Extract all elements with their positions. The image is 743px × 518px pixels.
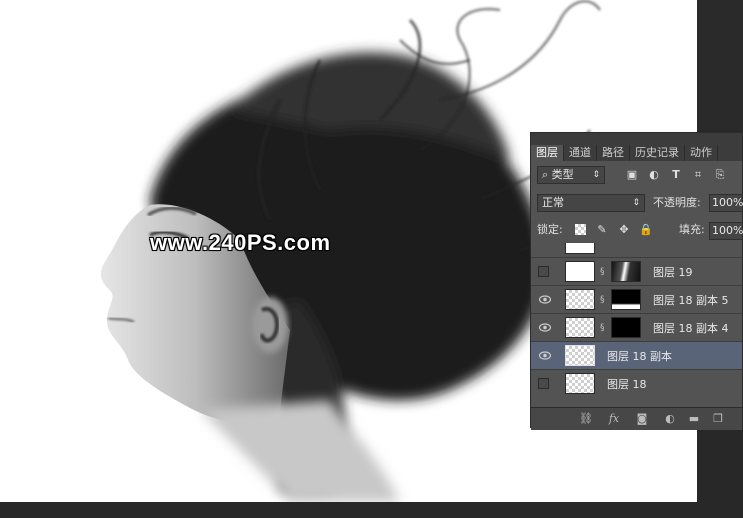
opacity-input[interactable]: 100%	[709, 194, 743, 212]
layer-mask-thumbnail[interactable]	[611, 261, 641, 282]
layers-panel[interactable]: 图层 通道 路径 历史记录 动作 ⌕ 类型 ⇕ ▣ ◐ T ⌗ ⎘ 正常 ⇕ 不透明…	[530, 132, 743, 430]
type-filter-icon[interactable]: T	[669, 168, 683, 182]
layer-thumbnail	[565, 261, 595, 282]
tab-history[interactable]: 历史记录	[630, 145, 685, 161]
link-icon: §	[600, 323, 605, 333]
layer-row-partial	[531, 243, 742, 257]
tab-channels[interactable]: 通道	[564, 145, 597, 161]
chevron-updown-icon: ⇕	[592, 170, 600, 180]
layer-row-selected[interactable]: 图层 18 副本	[531, 341, 742, 369]
visibility-toggle-off[interactable]	[538, 266, 549, 277]
smart-object-filter-icon[interactable]: ⎘	[713, 168, 727, 182]
layer-thumbnail	[565, 317, 595, 338]
link-icon: §	[600, 267, 605, 277]
layer-name[interactable]: 图层 18 副本 5	[653, 292, 729, 308]
lock-label: 锁定:	[537, 223, 563, 236]
lock-paint-icon[interactable]: ✎	[595, 223, 609, 237]
image-filter-icon[interactable]: ▣	[625, 168, 639, 182]
layer-thumbnail	[565, 345, 595, 366]
eye-icon[interactable]	[539, 322, 551, 333]
opacity-label: 不透明度:	[653, 196, 701, 209]
tab-actions[interactable]: 动作	[685, 145, 718, 161]
fill-label: 填充:	[679, 223, 705, 236]
filter-kind-select[interactable]: ⌕ 类型 ⇕	[537, 166, 605, 184]
link-icon: §	[600, 295, 605, 305]
blend-mode-select[interactable]: 正常 ⇕	[537, 194, 645, 212]
lock-row: 锁定: ✎ ✥ 🔒 填充: 100%	[531, 219, 743, 243]
adjustment-layer-icon[interactable]: ◐	[663, 412, 677, 426]
new-layer-icon[interactable]: ❐	[711, 412, 725, 426]
lock-transparent-icon[interactable]	[575, 224, 586, 235]
filter-kind-label: 类型	[551, 168, 574, 181]
layer-row[interactable]: 图层 18	[531, 369, 742, 397]
panel-tabs: 图层 通道 路径 历史记录 动作	[531, 133, 742, 161]
tab-layers[interactable]: 图层	[531, 145, 564, 161]
layer-name[interactable]: 图层 18 副本 4	[653, 320, 729, 336]
tab-paths[interactable]: 路径	[597, 145, 630, 161]
visibility-toggle-off[interactable]	[538, 378, 549, 389]
blend-mode-label: 正常	[542, 196, 564, 209]
layer-name[interactable]: 图层 18	[607, 376, 647, 392]
adjustment-filter-icon[interactable]: ◐	[647, 168, 661, 182]
eye-icon[interactable]	[539, 294, 551, 305]
workspace-background	[697, 0, 743, 130]
search-icon: ⌕	[542, 168, 552, 181]
watermark-text: www.240PS.com	[150, 230, 331, 255]
eye-icon[interactable]	[539, 350, 551, 361]
link-layers-icon[interactable]: ⛓	[579, 412, 593, 426]
layer-thumbnail	[565, 243, 595, 254]
layer-mask-thumbnail[interactable]	[611, 317, 641, 338]
lock-position-icon[interactable]: ✥	[617, 223, 631, 237]
layer-row[interactable]: § 图层 18 副本 5	[531, 285, 742, 313]
layers-list[interactable]: § 图层 19 § 图层 18 副本 5 § 图层 18 副本 4 图层 18 …	[531, 243, 742, 407]
add-mask-icon[interactable]: ◙	[635, 412, 649, 426]
shape-filter-icon[interactable]: ⌗	[691, 168, 705, 182]
layer-name[interactable]: 图层 19	[653, 264, 693, 280]
layer-row[interactable]: § 图层 18 副本 4	[531, 313, 742, 341]
layer-thumbnail	[565, 289, 595, 310]
layer-name[interactable]: 图层 18 副本	[607, 348, 672, 364]
layer-row[interactable]: § 图层 19	[531, 257, 742, 285]
lock-all-icon[interactable]: 🔒	[639, 223, 653, 237]
fill-input[interactable]: 100%	[709, 222, 743, 240]
blend-row: 正常 ⇕ 不透明度: 100%	[531, 191, 743, 215]
filter-row: ⌕ 类型 ⇕ ▣ ◐ T ⌗ ⎘	[531, 163, 742, 187]
fx-icon[interactable]: fx	[607, 412, 621, 426]
panel-bottom-toolbar: ⛓ fx ◙ ◐ ▬ ❐	[531, 407, 742, 430]
layer-mask-thumbnail[interactable]	[611, 289, 641, 310]
folder-icon[interactable]: ▬	[687, 412, 701, 426]
layer-thumbnail	[565, 373, 595, 394]
chevron-updown-icon: ⇕	[632, 198, 640, 208]
